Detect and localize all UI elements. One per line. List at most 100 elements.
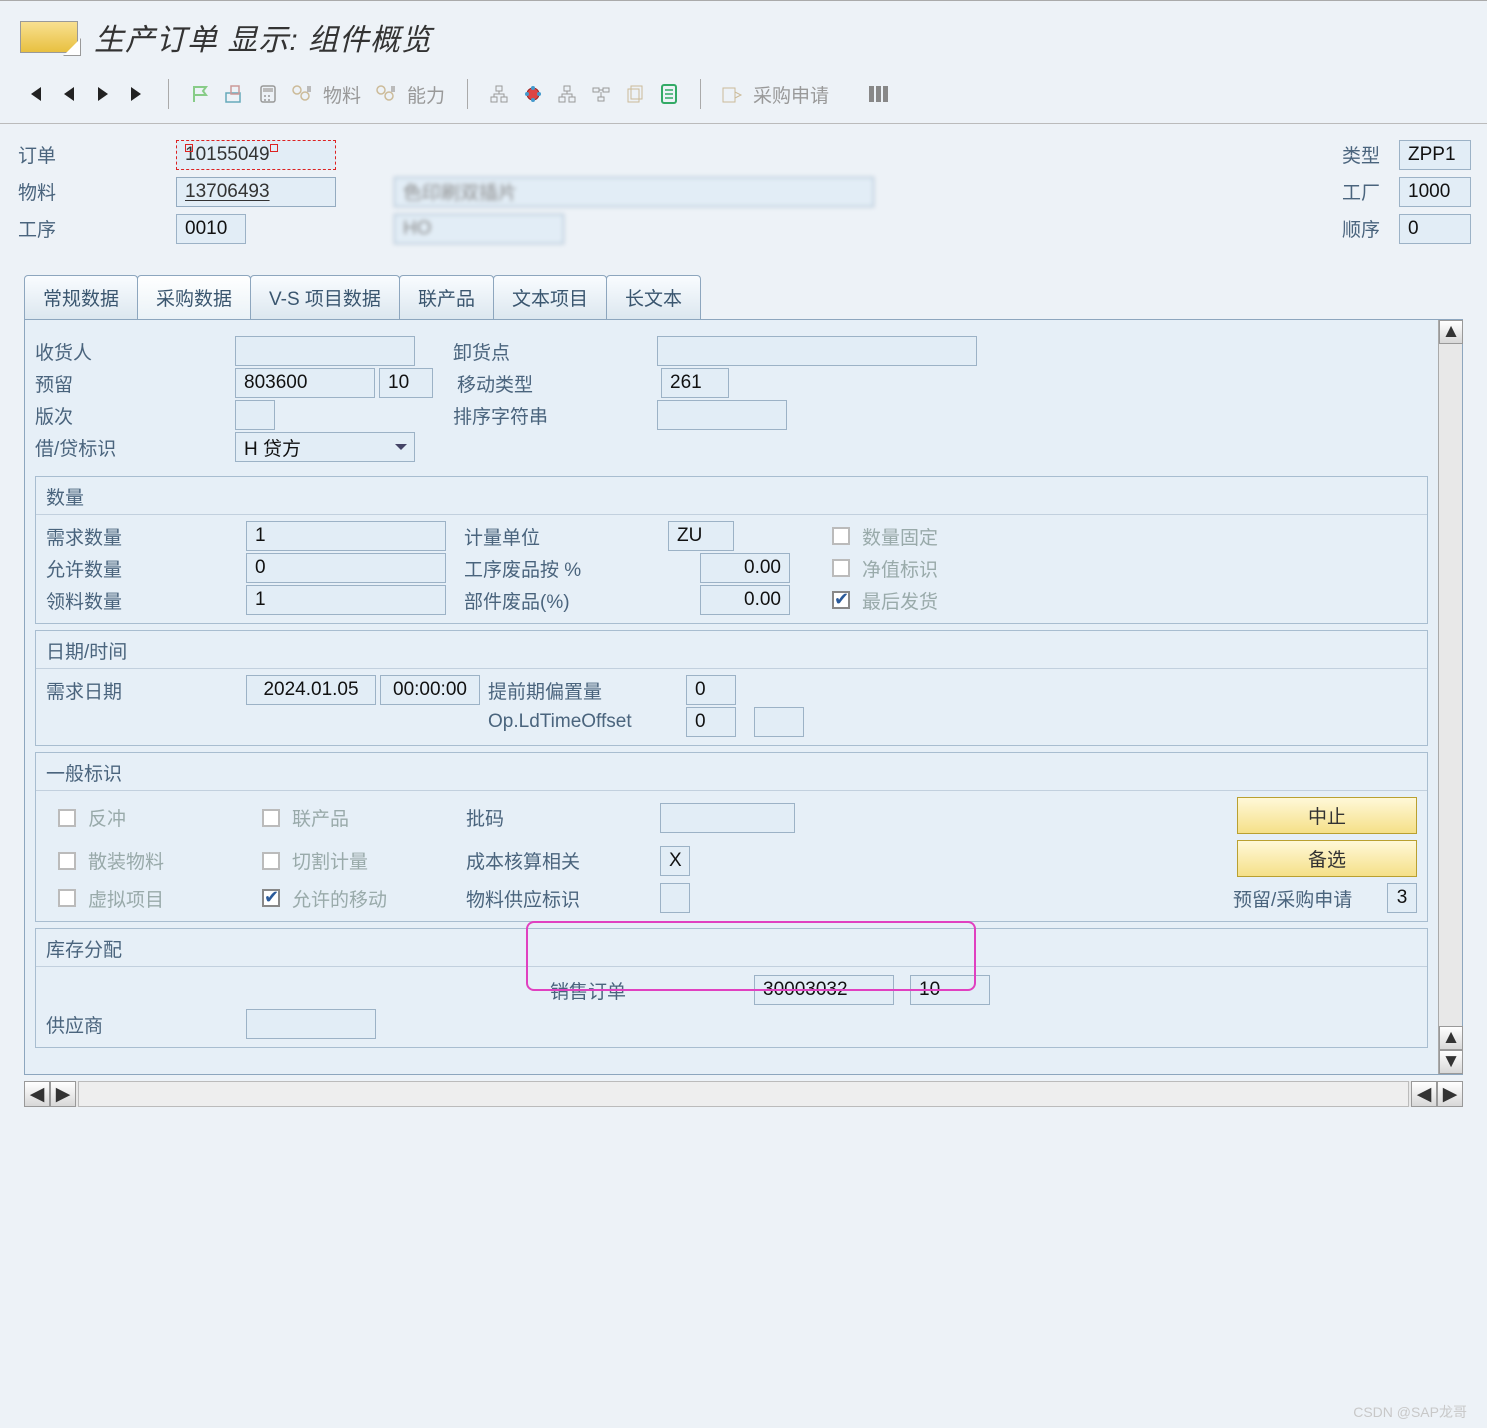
next-record-icon[interactable] xyxy=(88,79,118,109)
hscroll-left2[interactable]: ◀ xyxy=(1411,1081,1437,1107)
list-icon[interactable] xyxy=(654,79,684,109)
sequence-field[interactable]: 0 xyxy=(1399,214,1471,244)
prev-record-icon[interactable] xyxy=(54,79,84,109)
supply-field[interactable] xyxy=(660,883,690,913)
tab-general[interactable]: 常规数据 xyxy=(24,275,138,319)
hscroll-outer: ◀ ▶ ◀ ▶ xyxy=(24,1081,1463,1107)
capacity-label: 能力 xyxy=(407,81,445,108)
movement-type-label: 移动类型 xyxy=(457,370,657,397)
tab-purchase[interactable]: 采购数据 xyxy=(137,275,251,319)
order-label: 订单 xyxy=(16,138,172,171)
op-desc: HO xyxy=(394,214,564,244)
unload-label: 卸货点 xyxy=(453,338,653,365)
network-icon[interactable] xyxy=(586,79,616,109)
scroll-up-icon[interactable]: ▲ xyxy=(1439,320,1463,344)
material-icon[interactable] xyxy=(287,79,317,109)
order-header-icon[interactable] xyxy=(219,79,249,109)
calculator-icon[interactable] xyxy=(253,79,283,109)
revision-field[interactable] xyxy=(235,400,275,430)
stock-group-title: 库存分配 xyxy=(36,929,1427,967)
allowed-mvt-checkbox[interactable] xyxy=(262,889,280,907)
net-label: 净值标识 xyxy=(862,555,1058,582)
coproduct-checkbox xyxy=(262,809,280,827)
components-icon[interactable] xyxy=(518,79,548,109)
req-date-label: 需求日期 xyxy=(46,677,242,704)
title-bar: 生产订单 显示: 组件概览 xyxy=(0,0,1487,73)
hscroll-left[interactable]: ◀ xyxy=(24,1081,50,1107)
plant-field[interactable]: 1000 xyxy=(1399,177,1471,207)
hierarchy2-icon[interactable] xyxy=(552,79,582,109)
allowed-field[interactable]: 0 xyxy=(246,553,446,583)
tab-panel: ▲ ▲ ▼ 收货人 卸货点 预留 803600 10 移动类型 261 版次 排 xyxy=(24,319,1463,1075)
documents-icon[interactable] xyxy=(620,79,650,109)
alt-button[interactable]: 备选 xyxy=(1237,840,1417,877)
tab-vs-project[interactable]: V-S 项目数据 xyxy=(250,275,400,319)
scroll-up2-icon[interactable]: ▲ xyxy=(1439,1026,1463,1050)
sort-string-field[interactable] xyxy=(657,400,787,430)
uom-field[interactable]: ZU xyxy=(668,521,734,551)
cost-rel-field[interactable]: X xyxy=(660,846,690,876)
tab-coproduct[interactable]: 联产品 xyxy=(399,275,494,319)
capacity-icon[interactable] xyxy=(371,79,401,109)
vendor-label: 供应商 xyxy=(46,1011,242,1038)
req-time-field[interactable]: 00:00:00 xyxy=(380,675,480,705)
withdrawn-field[interactable]: 1 xyxy=(246,585,446,615)
fixed-label: 数量固定 xyxy=(862,523,1058,550)
hierarchy-icon[interactable] xyxy=(484,79,514,109)
toolbar: 物料 能力 采购申请 xyxy=(0,73,1487,124)
req-qty-field[interactable]: 1 xyxy=(246,521,446,551)
op-ld-field[interactable]: 0 xyxy=(686,707,736,737)
sequence-label: 顺序 xyxy=(1340,212,1395,245)
vendor-field[interactable] xyxy=(246,1009,376,1039)
scroll-down-icon[interactable]: ▼ xyxy=(1439,1050,1463,1074)
sales-item-field[interactable]: 10 xyxy=(910,975,990,1005)
debit-credit-select[interactable]: H 贷方 xyxy=(235,432,415,462)
type-field[interactable]: ZPP1 xyxy=(1399,140,1471,170)
material-label-hdr: 物料 xyxy=(16,175,172,208)
reservation-field[interactable]: 803600 xyxy=(235,368,375,398)
op-ld-label: Op.LdTimeOffset xyxy=(484,711,682,733)
flag-icon[interactable] xyxy=(185,79,215,109)
hscroll-track[interactable] xyxy=(78,1081,1409,1107)
comp-scrap-field[interactable]: 0.00 xyxy=(700,585,790,615)
header-fields: 订单 10155049 类型 ZPP1 物料 13706493 色印刷双插片 工… xyxy=(0,124,1487,257)
bulk-checkbox xyxy=(58,852,76,870)
allowed-mvt-label: 允许的移动 xyxy=(292,885,462,912)
cut-checkbox xyxy=(262,852,280,870)
op-ld-unit-field[interactable] xyxy=(754,707,804,737)
hscroll-right2[interactable]: ▶ xyxy=(1437,1081,1463,1107)
allowed-label: 允许数量 xyxy=(46,555,242,582)
final-checkbox[interactable] xyxy=(832,591,850,609)
res-purch-field[interactable]: 3 xyxy=(1387,883,1417,913)
recipient-label: 收货人 xyxy=(35,338,231,365)
hscroll-right[interactable]: ▶ xyxy=(50,1081,76,1107)
vscroll[interactable]: ▲ ▲ ▼ xyxy=(1438,320,1462,1074)
reservation-label: 预留 xyxy=(35,370,231,397)
bulk-label: 散装物料 xyxy=(88,847,258,874)
op-scrap-field[interactable]: 0.00 xyxy=(700,553,790,583)
layout-icon[interactable] xyxy=(863,79,893,109)
comp-scrap-label: 部件废品(%) xyxy=(464,587,696,614)
order-input[interactable]: 10155049 xyxy=(176,140,336,170)
purchase-req-icon[interactable] xyxy=(717,79,747,109)
recipient-field[interactable] xyxy=(235,336,415,366)
sales-order-field[interactable]: 30003032 xyxy=(754,975,894,1005)
lead-offset-field[interactable]: 0 xyxy=(686,675,736,705)
debit-credit-label: 借/贷标识 xyxy=(35,434,231,461)
tab-long-text[interactable]: 长文本 xyxy=(606,275,701,319)
reservation-item-field[interactable]: 10 xyxy=(379,368,433,398)
batch-field[interactable] xyxy=(660,803,795,833)
abort-button[interactable]: 中止 xyxy=(1237,797,1417,834)
last-record-icon[interactable] xyxy=(122,79,152,109)
req-date-field[interactable]: 2024.01.05 xyxy=(246,675,376,705)
net-checkbox xyxy=(832,559,850,577)
final-label: 最后发货 xyxy=(862,587,1058,614)
phantom-label: 虚拟项目 xyxy=(88,885,258,912)
lead-offset-label: 提前期偏置量 xyxy=(484,677,682,704)
movement-type-field[interactable]: 261 xyxy=(661,368,729,398)
first-record-icon[interactable] xyxy=(20,79,50,109)
material-input[interactable]: 13706493 xyxy=(176,177,336,207)
unload-field[interactable] xyxy=(657,336,977,366)
operation-input[interactable]: 0010 xyxy=(176,214,246,244)
tab-text-item[interactable]: 文本项目 xyxy=(493,275,607,319)
